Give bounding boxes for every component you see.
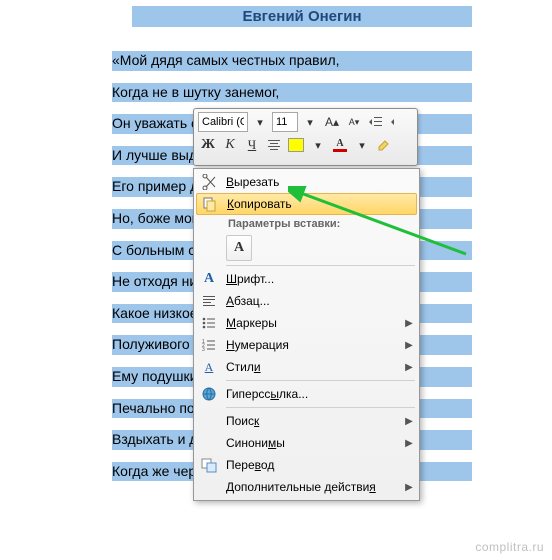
font-name-dropdown[interactable]: ▾ [250, 112, 270, 132]
decrease-indent-button[interactable] [366, 112, 386, 132]
bold-button[interactable]: Ж [198, 135, 218, 155]
paragraph-icon [201, 293, 217, 309]
numbering-icon: 123 [201, 337, 217, 353]
styles-icon: A [205, 360, 214, 375]
submenu-arrow-icon: ▶ [401, 340, 417, 351]
bullets-icon [201, 315, 217, 331]
menu-label: Копировать [223, 197, 416, 211]
menu-label: Абзац... [222, 294, 417, 308]
italic-button[interactable]: К [220, 135, 240, 155]
highlight-swatch-icon [288, 138, 304, 152]
poem-line: «Мой дядя самых честных правил, [112, 51, 472, 71]
font-color-button[interactable]: A [330, 135, 350, 155]
menu-label: Шрифт... [222, 272, 417, 286]
globe-icon [201, 386, 217, 402]
submenu-arrow-icon: ▶ [401, 362, 417, 373]
synonyms-menu-item[interactable]: Синонимы ▶ [196, 432, 417, 454]
font-size-dropdown[interactable]: ▾ [300, 112, 320, 132]
highlight-color-button[interactable] [286, 135, 306, 155]
font-icon: A [204, 271, 214, 287]
find-menu-item[interactable]: Поиск ▶ [196, 410, 417, 432]
context-menu: Вырезать Копировать Параметры вставки: A… [193, 168, 420, 501]
grow-font-button[interactable]: A▴ [322, 112, 342, 132]
cut-menu-item[interactable]: Вырезать [196, 171, 417, 193]
highlight-color-dropdown[interactable]: ▾ [308, 135, 328, 155]
menu-label: Гиперссылка... [222, 387, 417, 401]
bullets-menu-item[interactable]: Маркеры ▶ [196, 312, 417, 334]
styles-menu-item[interactable]: A Стили ▶ [196, 356, 417, 378]
align-center-button[interactable] [264, 135, 284, 155]
submenu-arrow-icon: ▶ [401, 416, 417, 427]
hyperlink-menu-item[interactable]: Гиперссылка... [196, 383, 417, 405]
font-color-icon: A [332, 138, 348, 152]
paste-options-header: Параметры вставки: [196, 215, 417, 233]
menu-label: Стили [222, 360, 401, 374]
submenu-arrow-icon: ▶ [401, 318, 417, 329]
paste-keep-text-button[interactable]: A [226, 235, 252, 261]
scissors-icon [201, 174, 217, 190]
menu-label: Синонимы [222, 436, 401, 450]
copy-menu-item[interactable]: Копировать [196, 193, 417, 215]
menu-label: Нумерация [222, 338, 401, 352]
menu-label: Перевод [222, 458, 417, 472]
font-color-dropdown[interactable]: ▾ [352, 135, 372, 155]
menu-label: Маркеры [222, 316, 401, 330]
doc-title: Евгений Онегин [132, 6, 472, 27]
mini-toolbar: ▾ ▾ A▴ A▾ Ж К Ч ▾ A ▾ [193, 108, 418, 166]
numbering-menu-item[interactable]: 123 Нумерация ▶ [196, 334, 417, 356]
font-size-input[interactable] [272, 112, 298, 132]
additional-actions-menu-item[interactable]: Дополнительные действия ▶ [196, 476, 417, 498]
menu-label: Вырезать [222, 175, 417, 189]
underline-button[interactable]: Ч [242, 135, 262, 155]
font-name-input[interactable] [198, 112, 248, 132]
submenu-arrow-icon: ▶ [401, 438, 417, 449]
watermark: complitra.ru [475, 540, 544, 554]
format-painter-button[interactable] [374, 135, 394, 155]
submenu-arrow-icon: ▶ [401, 482, 417, 493]
paragraph-menu-item[interactable]: Абзац... [196, 290, 417, 312]
increase-indent-button[interactable] [388, 112, 408, 132]
shrink-font-button[interactable]: A▾ [344, 112, 364, 132]
svg-text:3: 3 [202, 347, 205, 353]
copy-icon [202, 196, 218, 212]
translate-icon [201, 457, 217, 473]
font-menu-item[interactable]: A Шрифт... [196, 268, 417, 290]
poem-line: Когда не в шутку занемог, [112, 83, 472, 103]
translate-menu-item[interactable]: Перевод [196, 454, 417, 476]
menu-label: Поиск [222, 414, 401, 428]
menu-label: Дополнительные действия [222, 480, 401, 494]
